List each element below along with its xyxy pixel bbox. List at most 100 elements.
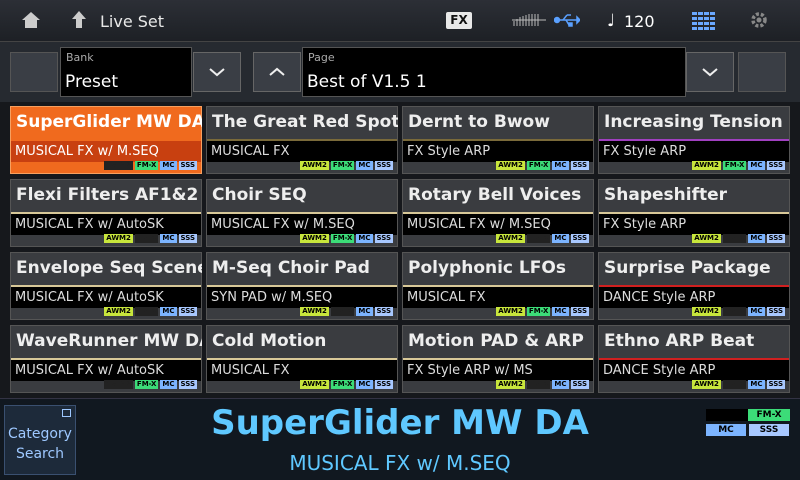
performance-category: MUSICAL FX [403,287,593,308]
performance-category: MUSICAL FX w/ AutoSK [11,214,201,235]
mc-badge: MC [552,161,569,170]
performance-name: Flexi Filters AF1&2 [16,185,199,205]
bank-value: Preset [65,72,119,92]
performance-category: MUSICAL FX w/ M.SEQ [11,141,201,162]
engine-badges: AWM2 FM-X MC SSS [104,380,197,389]
performance-cell[interactable]: M-Seq Choir Pad SYN PAD w/ M.SEQ AWM2 FM-X M… [206,252,398,320]
fm-badge: FM-X [526,380,551,389]
performance-name: Choir SEQ [212,185,307,205]
sss-badge: SSS [766,161,785,170]
performance-cell[interactable]: Ethno ARP Beat DANCE Style ARP AWM2 FM-X MC S… [598,325,790,393]
engine-badges: AWM2 FM-X MC SSS [104,161,197,170]
performance-cell[interactable]: Shapeshifter FX Style ARP AWM2 FM-X MC SSS [598,179,790,247]
awm-badge: AWM2 [104,380,133,389]
fm-badge: FM-X [722,307,747,316]
fx-indicator[interactable]: FX [446,12,472,29]
sss-badge: SSS [178,161,197,170]
up-arrow-icon[interactable] [70,9,88,31]
gear-icon[interactable] [749,10,769,30]
performance-cell[interactable]: Cold Motion MUSICAL FX AWM2 FM-X MC SSS [206,325,398,393]
fm-badge: FM-X [722,161,747,170]
sss-badge: SSS [374,380,393,389]
performance-name: Motion PAD & ARP [408,331,584,351]
engine-badges: AWM2 FM-X MC SSS [496,161,589,170]
fm-badge: FM-X [134,380,159,389]
mc-badge: MC [748,161,765,170]
performance-cell[interactable]: SuperGlider MW DA MUSICAL FX w/ M.SEQ AWM2… [10,106,202,174]
engine-badges: AWM2 FM-X MC SSS [104,307,197,316]
grid-icon[interactable] [692,12,716,30]
mc-badge: MC [748,307,765,316]
awm-badge: AWM2 [692,307,721,316]
mc-badge: MC [552,380,569,389]
mc-badge: MC [552,307,569,316]
performance-name: Rotary Bell Voices [408,185,582,205]
page-title: Live Set [100,12,165,31]
engine-badges: AWM2 FM-X MC SSS [300,161,393,170]
mc-badge: MC [356,234,373,243]
fm-badge: FM-X [526,161,551,170]
mc-badge: MC [356,161,373,170]
performance-name: Cold Motion [212,331,327,351]
home-icon[interactable] [20,9,42,31]
fm-badge: FM-X [330,161,355,170]
page-value: Best of V1.5 1 [307,72,427,92]
performance-grid: SuperGlider MW DA MUSICAL FX w/ M.SEQ AWM2… [0,102,800,398]
performance-category: MUSICAL FX w/ AutoSK [11,360,201,381]
midi-icon [512,14,546,26]
category-search-button[interactable]: Category Search [4,405,76,475]
mc-badge: MC [706,424,746,436]
page-up-button[interactable] [253,52,301,92]
performance-name: Envelope Seq Scenes [16,258,202,278]
sss-badge: SSS [374,161,393,170]
fm-badge: FM-X [134,161,159,170]
sss-badge: SSS [178,234,197,243]
performance-cell[interactable]: Dernt to Bwow FX Style ARP AWM2 FM-X MC SSS [402,106,594,174]
fm-badge-row: FM-X [706,409,790,421]
right-pad[interactable] [738,52,786,92]
engine-badges: AWM2 FM-X MC SSS [300,380,393,389]
mc-badge: MC [748,380,765,389]
performance-category: MUSICAL FX w/ M.SEQ [207,214,397,235]
performance-category: MUSICAL FX w/ AutoSK [11,287,201,308]
performance-cell[interactable]: Rotary Bell Voices MUSICAL FX w/ M.SEQ AWM… [402,179,594,247]
chevron-down-icon [209,68,225,77]
current-performance-category: MUSICAL FX w/ M.SEQ [289,451,511,475]
performance-cell[interactable]: WaveRunner MW DA MUSICAL FX w/ AutoSK AWM2… [10,325,202,393]
fm-badge: FM-X [330,234,355,243]
tempo-value[interactable]: 120 [624,12,655,31]
performance-cell[interactable]: Envelope Seq Scenes MUSICAL FX w/ AutoSK A… [10,252,202,320]
top-bar: Live Set FX ♩ 120 [0,0,800,42]
performance-name: Surprise Package [604,258,771,278]
sss-badge: SSS [766,307,785,316]
performance-name: SuperGlider MW DA [16,112,202,132]
performance-cell[interactable]: Increasing Tension FX Style ARP AWM2 FM-X MC… [598,106,790,174]
awm-badge: AWM2 [104,307,133,316]
awm-badge: AWM2 [496,380,525,389]
performance-category: MUSICAL FX [207,360,397,381]
engine-badges: AWM2 FM-X MC SSS [300,234,393,243]
performance-category: FX Style ARP [599,214,789,235]
performance-cell[interactable]: Choir SEQ MUSICAL FX w/ M.SEQ AWM2 FM-X MC SS… [206,179,398,247]
performance-cell[interactable]: Flexi Filters AF1&2 MUSICAL FX w/ AutoSK A… [10,179,202,247]
engine-badges: AWM2 FM-X MC SSS [104,234,197,243]
category-search-line2: Search [15,446,65,462]
current-performance-name: SuperGlider MW DA [211,403,589,443]
performance-cell[interactable]: The Great Red Spot MUSICAL FX AWM2 FM-X MC SS… [206,106,398,174]
page-down-button[interactable] [686,52,734,92]
performance-cell[interactable]: Motion PAD & ARP FX Style ARP w/ MS AWM2 FM… [402,325,594,393]
sss-badge: SSS [178,380,197,389]
left-pad[interactable] [10,52,58,92]
page-field[interactable]: Page Best of V1.5 1 [302,47,686,97]
performance-cell[interactable]: Polyphonic LFOs MUSICAL FX AWM2 FM-X MC SSS [402,252,594,320]
sss-badge: SSS [570,234,589,243]
performance-name: Shapeshifter [604,185,728,205]
engine-badges: AWM2 FM-X MC SSS [692,307,785,316]
awm-badge: AWM2 [692,234,721,243]
bank-dropdown-button[interactable] [193,52,241,92]
fm-badge: FM-X [134,307,159,316]
bank-field[interactable]: Bank Preset [60,47,192,97]
performance-cell[interactable]: Surprise Package DANCE Style ARP AWM2 FM-X M… [598,252,790,320]
chevron-down-icon [702,68,718,77]
performance-category: MUSICAL FX [207,141,397,162]
